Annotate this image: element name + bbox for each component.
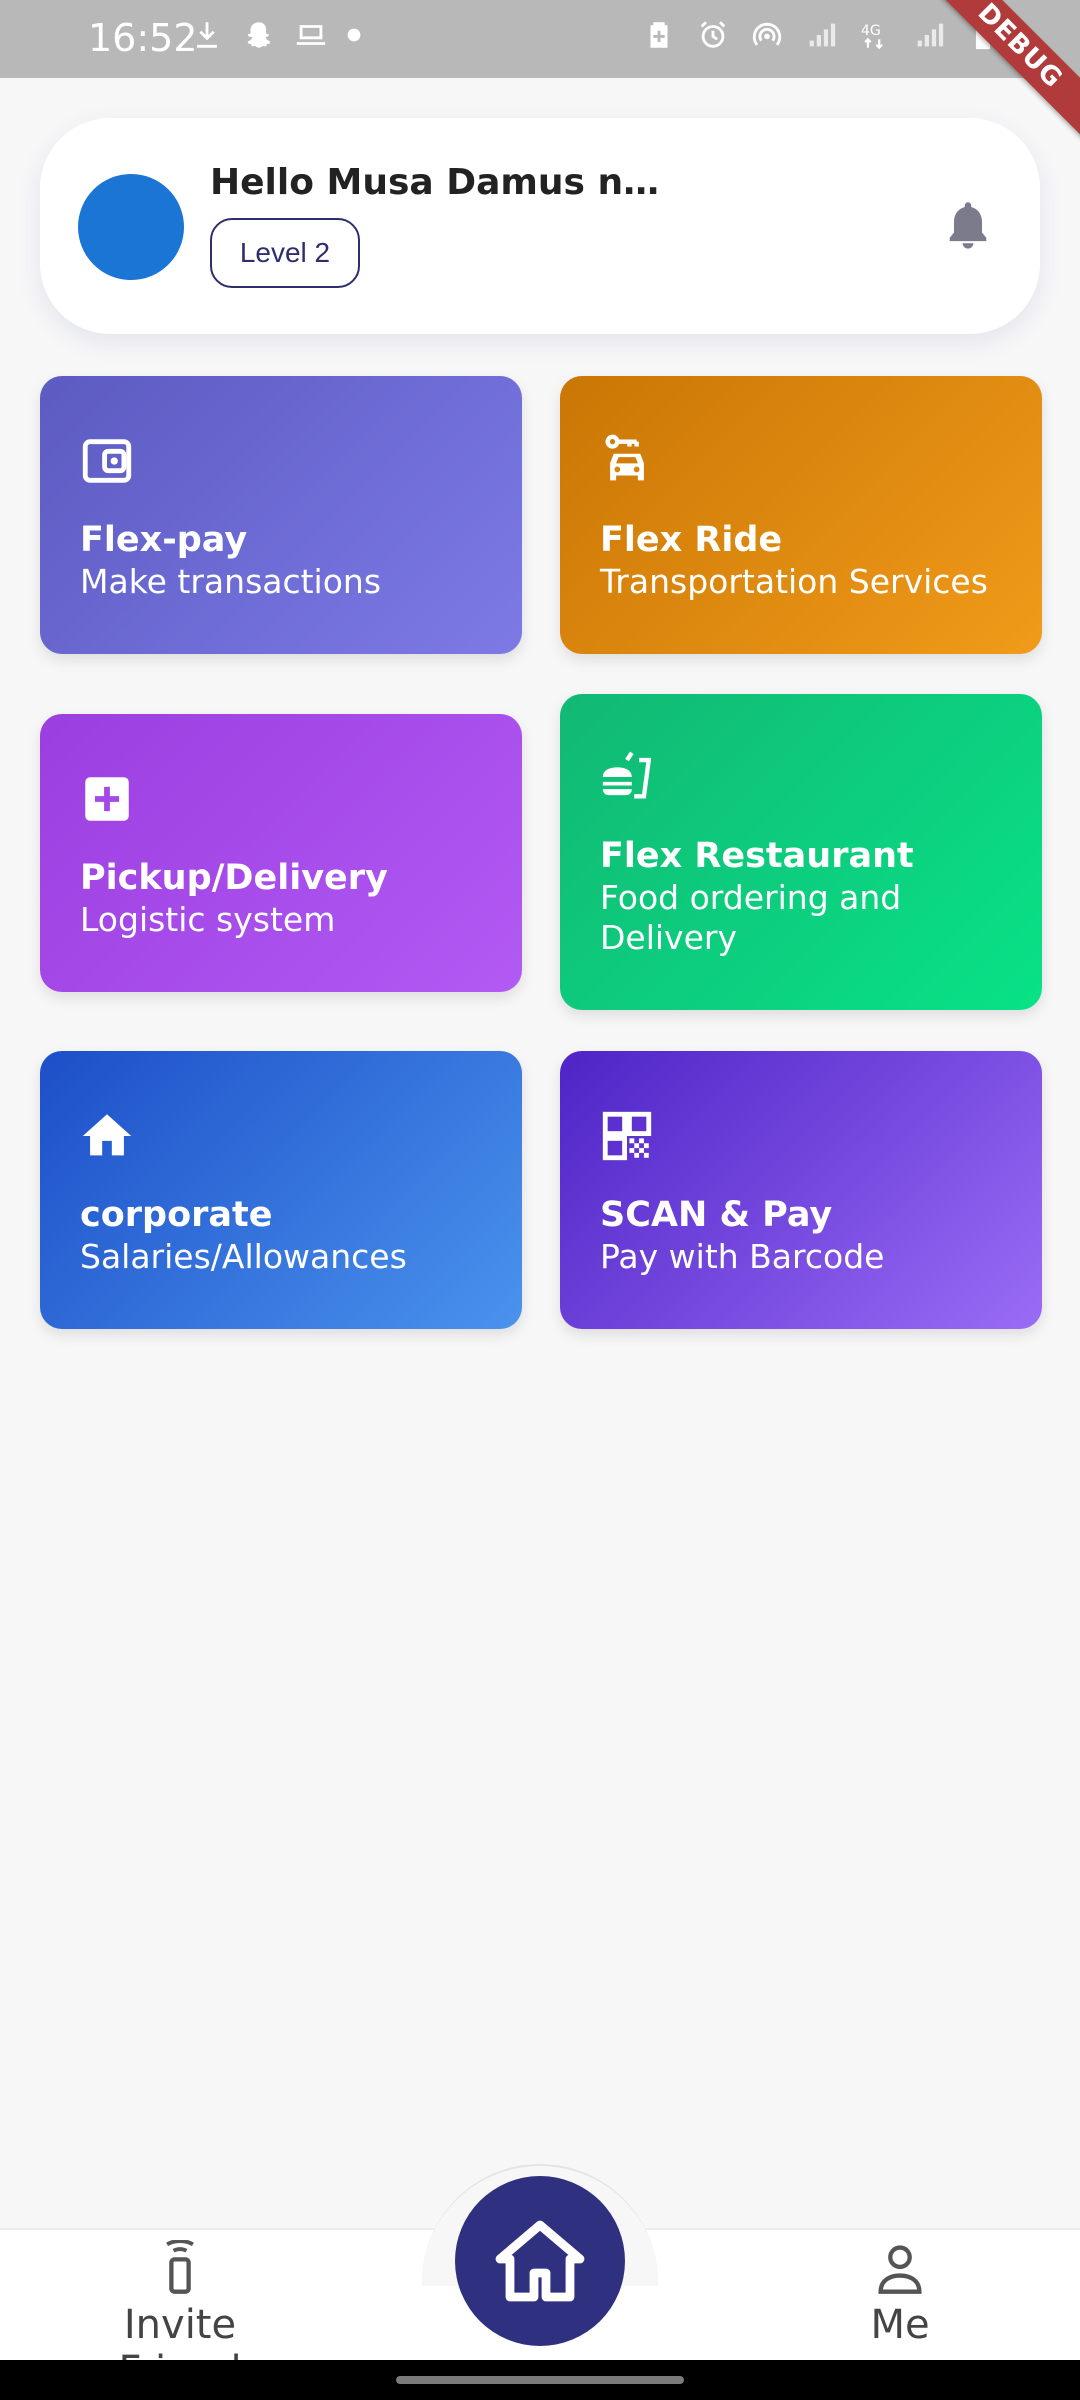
plus-box-icon xyxy=(85,777,129,821)
tile-subtitle: Salaries/Allowances xyxy=(80,1237,407,1276)
person-icon xyxy=(878,2245,922,2294)
tile-subtitle: Food ordering and Delivery xyxy=(600,878,902,957)
avatar[interactable] xyxy=(78,174,184,280)
signal-icon xyxy=(917,23,944,47)
signal-icon xyxy=(809,23,836,47)
tile-title: Flex Ride xyxy=(600,520,783,560)
qr-code-icon xyxy=(602,1111,652,1161)
status-bar: 16:52 4G DEBUG xyxy=(0,0,1080,145)
4g-icon: 4G xyxy=(861,23,883,50)
nav-me-label: Me xyxy=(870,2302,930,2348)
status-time: 16:52 xyxy=(88,16,198,60)
level-badge[interactable]: Level 2 xyxy=(210,218,360,288)
tile-flex-pay[interactable]: Flex-pay Make transactions xyxy=(40,376,522,654)
tile-flex-ride[interactable]: Flex Ride Transportation Services xyxy=(560,376,1042,654)
hotspot-icon xyxy=(752,22,782,46)
profile-header-card: Hello Musa Damus n… Level 2 xyxy=(40,118,1040,334)
nav-me[interactable]: Me xyxy=(840,2240,960,2348)
home-button[interactable] xyxy=(455,2176,625,2346)
gesture-handle[interactable] xyxy=(396,2376,684,2384)
tile-title: Pickup/Delivery xyxy=(80,858,388,898)
greeting-text: Hello Musa Damus n… xyxy=(210,162,660,203)
snapchat-icon xyxy=(247,22,271,48)
battery-saver-icon xyxy=(650,22,668,48)
tile-subtitle: Logistic system xyxy=(80,900,336,939)
alarm-icon xyxy=(700,21,726,48)
dot-icon xyxy=(347,28,361,42)
tile-title: corporate xyxy=(80,1195,273,1235)
tile-subtitle: Transportation Services xyxy=(600,562,988,601)
home-icon xyxy=(82,1114,132,1156)
tile-flex-restaurant[interactable]: Flex Restaurant Food ordering and Delive… xyxy=(560,694,1042,1010)
home-icon xyxy=(495,2220,585,2302)
invite-phone-icon xyxy=(166,2240,194,2294)
tile-subtitle: Make transactions xyxy=(80,562,382,601)
tile-scan-and-pay[interactable]: SCAN & Pay Pay with Barcode xyxy=(560,1051,1042,1329)
notification-bell-icon[interactable] xyxy=(942,198,994,254)
tile-title: Flex-pay xyxy=(80,520,248,560)
laptop-icon xyxy=(296,25,326,45)
svg-text:4G: 4G xyxy=(861,23,881,39)
tile-corporate[interactable]: corporate Salaries/Allowances xyxy=(40,1051,522,1329)
fastfood-icon xyxy=(602,751,652,799)
wallet-icon xyxy=(82,439,132,483)
tile-title: Flex Restaurant xyxy=(600,836,914,876)
tile-pickup-delivery[interactable]: Pickup/Delivery Logistic system xyxy=(40,714,522,992)
tile-title: SCAN & Pay xyxy=(600,1195,833,1235)
car-icon xyxy=(605,434,644,481)
tile-subtitle: Pay with Barcode xyxy=(600,1237,885,1276)
download-icon xyxy=(197,22,217,48)
